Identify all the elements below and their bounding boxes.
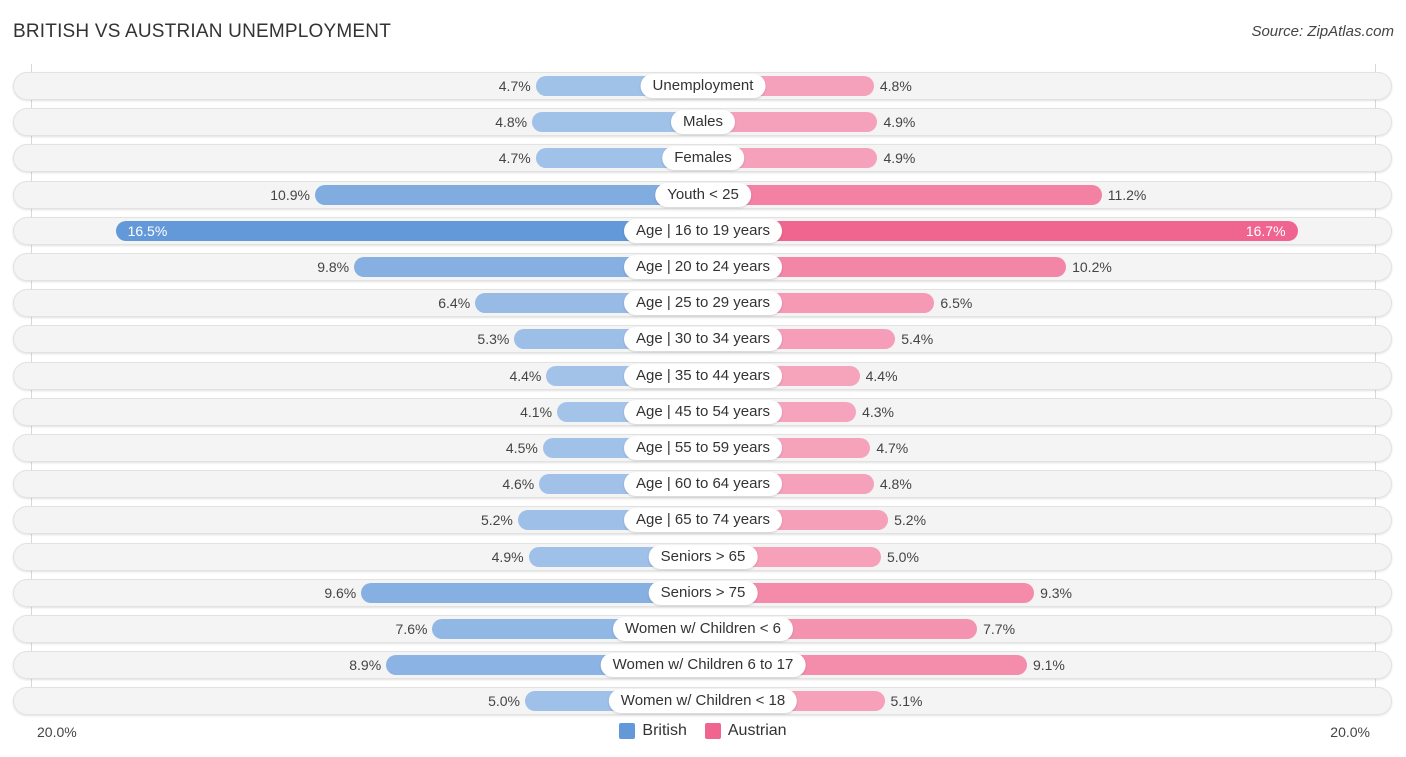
- value-label-british: 6.4%: [438, 295, 471, 312]
- legend: British Austrian: [0, 722, 1406, 740]
- category-label: Seniors > 65: [648, 544, 758, 569]
- value-label-austrian: 4.9%: [883, 150, 916, 167]
- value-label-austrian: 4.7%: [876, 440, 909, 456]
- value-label-austrian: 4.8%: [879, 476, 912, 493]
- chart-row: 5.3% 5.4% Age | 30 to 34 years: [13, 325, 1392, 354]
- value-label-austrian: 4.8%: [879, 78, 912, 94]
- chart-row: 4.7% 4.8% Unemployment: [13, 72, 1392, 100]
- chart-row: 4.5% 4.7% Age | 55 to 59 years: [13, 434, 1392, 462]
- chart-row: 8.9% 9.1% Women w/ Children 6 to 17: [13, 651, 1392, 680]
- value-label-british: 4.5%: [505, 440, 538, 456]
- value-label-austrian: 6.5%: [940, 295, 973, 312]
- value-label-austrian: 5.2%: [894, 512, 927, 529]
- value-label-austrian: 5.0%: [887, 548, 919, 565]
- category-label: Age | 35 to 44 years: [624, 363, 782, 388]
- value-label-british: 4.4%: [509, 367, 542, 384]
- value-label-austrian: 4.4%: [865, 367, 898, 384]
- category-label: Unemployment: [640, 74, 766, 98]
- legend-swatch-austrian: [704, 723, 721, 739]
- chart-row: 9.8% 10.2% Age | 20 to 24 years: [13, 253, 1392, 281]
- bar-british[interactable]: [314, 184, 703, 205]
- chart-row: 4.9% 5.0% Seniors > 65: [13, 542, 1392, 571]
- category-label: Females: [662, 146, 744, 171]
- chart-row: 4.6% 4.8% Age | 60 to 64 years: [13, 470, 1392, 499]
- chart-row: 4.7% 4.9% Females: [13, 144, 1392, 173]
- category-label: Age | 30 to 34 years: [624, 327, 782, 352]
- value-label-british: 5.0%: [488, 693, 520, 710]
- legend-item-austrian[interactable]: Austrian: [704, 722, 787, 740]
- chart-row: 5.0% 5.1% Women w/ Children < 18: [13, 687, 1392, 716]
- value-label-austrian: 9.3%: [1040, 584, 1072, 601]
- bar-austrian[interactable]: [703, 184, 1102, 205]
- category-label: Age | 16 to 19 years: [624, 218, 782, 243]
- source-label: Source: ZipAtlas.com: [1251, 23, 1394, 40]
- legend-label-austrian: Austrian: [727, 722, 787, 739]
- chart-row: 7.6% 7.7% Women w/ Children < 6: [13, 615, 1392, 643]
- chart-title: BRITISH VS AUSTRIAN UNEMPLOYMENT: [13, 21, 392, 42]
- chart-row: 4.8% 4.9% Males: [13, 108, 1392, 137]
- legend-item-british[interactable]: British: [619, 722, 687, 740]
- value-label-british: 9.6%: [324, 584, 357, 601]
- category-label: Age | 60 to 64 years: [624, 472, 782, 497]
- value-label-british: 4.7%: [498, 78, 531, 94]
- value-label-british: 16.5%: [127, 222, 168, 239]
- legend-label-british: British: [642, 722, 687, 739]
- value-label-british: 4.8%: [495, 114, 528, 131]
- category-label: Males: [670, 110, 736, 135]
- value-label-austrian: 4.3%: [862, 403, 894, 420]
- category-label: Seniors > 75: [648, 580, 758, 605]
- category-label: Age | 65 to 74 years: [624, 508, 782, 533]
- category-label: Age | 25 to 29 years: [624, 291, 782, 316]
- chart-row: 4.1% 4.3% Age | 45 to 54 years: [13, 397, 1392, 426]
- value-label-british: 4.7%: [498, 150, 531, 167]
- chart-row: 10.9% 11.2% Youth < 25: [13, 180, 1392, 209]
- value-label-british: 5.2%: [480, 512, 513, 529]
- category-label: Age | 55 to 59 years: [624, 436, 782, 460]
- category-label: Youth < 25: [655, 182, 751, 207]
- value-label-british: 5.3%: [477, 331, 510, 348]
- value-label-austrian: 11.2%: [1107, 186, 1147, 203]
- value-label-british: 7.6%: [395, 621, 428, 637]
- category-label: Age | 20 to 24 years: [624, 255, 782, 279]
- chart-row: 16.5% 16.7% Age | 16 to 19 years: [13, 216, 1392, 245]
- value-label-austrian: 7.7%: [983, 621, 1016, 637]
- bar-austrian[interactable]: [703, 220, 1298, 241]
- category-label: Women w/ Children < 6: [612, 617, 794, 641]
- category-label: Women w/ Children < 18: [608, 689, 798, 714]
- value-label-british: 10.9%: [270, 186, 310, 203]
- value-label-british: 4.9%: [491, 548, 524, 565]
- chart-row: 4.4% 4.4% Age | 35 to 44 years: [13, 361, 1392, 390]
- value-label-austrian: 5.4%: [901, 331, 934, 348]
- value-label-british: 9.8%: [317, 259, 350, 275]
- value-label-austrian: 4.9%: [883, 114, 916, 131]
- legend-swatch-british: [619, 723, 636, 739]
- chart-row: 9.6% 9.3% Seniors > 75: [13, 578, 1392, 607]
- value-label-british: 8.9%: [349, 657, 382, 674]
- bar-british[interactable]: [115, 220, 703, 241]
- category-label: Women w/ Children 6 to 17: [600, 653, 806, 678]
- value-label-austrian: 10.2%: [1072, 259, 1112, 275]
- value-label-austrian: 16.7%: [1245, 222, 1286, 239]
- value-label-austrian: 5.1%: [890, 693, 923, 710]
- chart-row: 5.2% 5.2% Age | 65 to 74 years: [13, 506, 1392, 535]
- value-label-british: 4.1%: [520, 403, 553, 420]
- category-label: Age | 45 to 54 years: [624, 399, 782, 424]
- chart-row: 6.4% 6.5% Age | 25 to 29 years: [13, 289, 1392, 318]
- value-label-british: 4.6%: [502, 476, 535, 493]
- value-label-austrian: 9.1%: [1032, 657, 1065, 674]
